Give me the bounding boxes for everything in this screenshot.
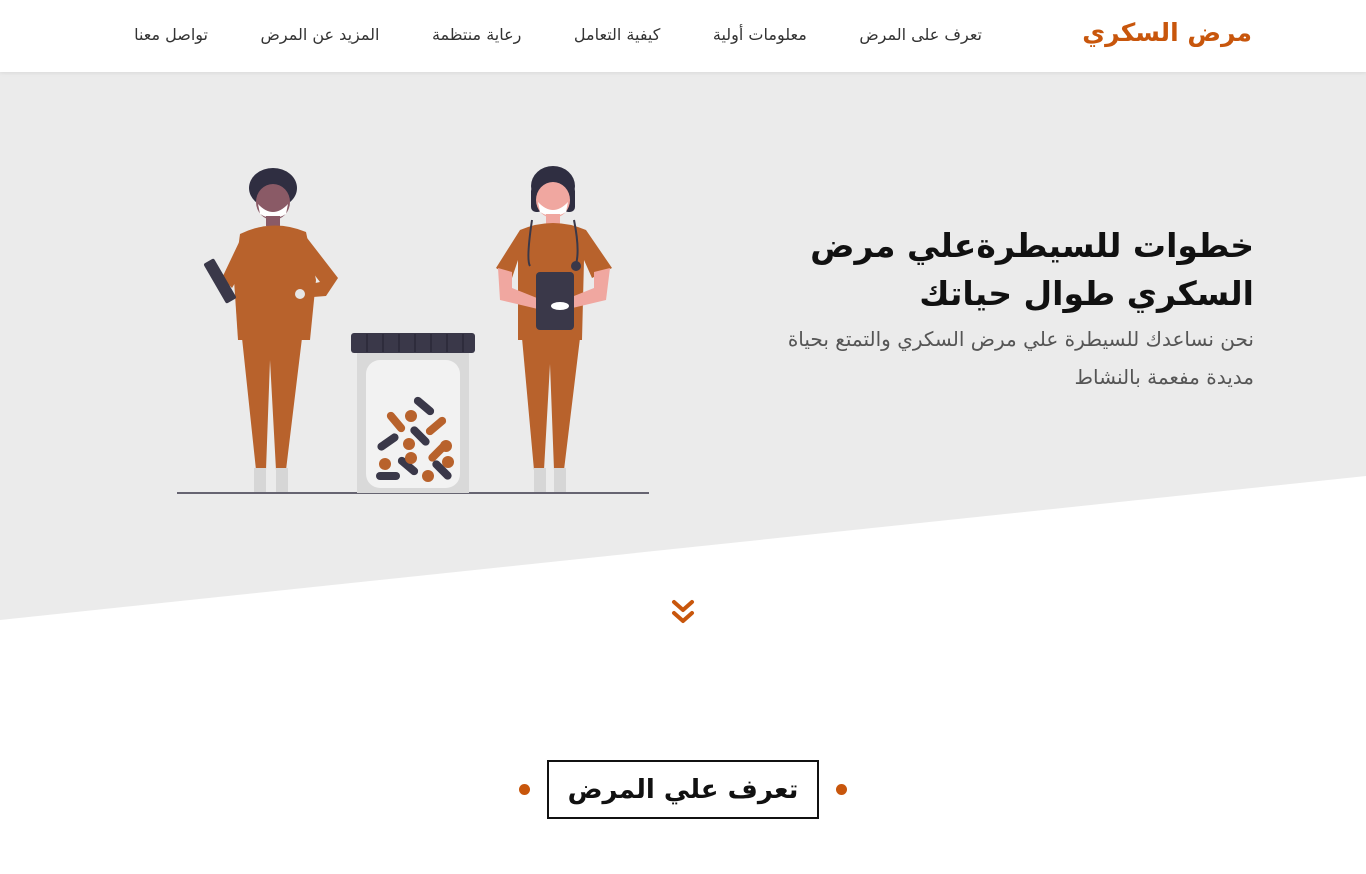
hero-subtitle: نحن نساعدك للسيطرة علي مرض السكري والتمت… [787, 327, 1254, 389]
decorative-dot-right [836, 784, 847, 795]
nav-item-contact[interactable]: تواصل معنا [134, 25, 208, 44]
site-header: مرض السكري تعرف على المرض معلومات أولية … [0, 0, 1366, 72]
nav-item-basic-info[interactable]: معلومات أولية [713, 25, 807, 44]
doctor-right-figure [496, 166, 612, 492]
brand-logo[interactable]: مرض السكري [1082, 18, 1252, 47]
doctor-left-figure [204, 168, 338, 492]
pill-jar [351, 333, 475, 493]
doctors-and-pill-jar-illustration [177, 166, 649, 494]
hero-section: خطوات للسيطرةعلي مرض السكري طوال حياتك ن… [0, 72, 1366, 632]
section-title: تعرف علي المرض [567, 774, 799, 805]
section-heading: تعرف علي المرض [0, 760, 1366, 820]
nav-item-more-about[interactable]: المزيد عن المرض [261, 25, 380, 44]
nav-item-how-to-cope[interactable]: كيفية التعامل [574, 25, 660, 44]
main-nav: تعرف على المرض معلومات أولية كيفية التعا… [134, 25, 982, 44]
nav-item-regular-care[interactable]: رعاية منتظمة [432, 25, 521, 44]
section-title-box: تعرف علي المرض [547, 760, 819, 819]
double-chevron-down-icon[interactable] [670, 598, 696, 628]
hero-title: خطوات للسيطرةعلي مرض السكري طوال حياتك [810, 226, 1254, 313]
decorative-dot-left [519, 784, 530, 795]
nav-item-about-disease[interactable]: تعرف على المرض [859, 25, 982, 44]
